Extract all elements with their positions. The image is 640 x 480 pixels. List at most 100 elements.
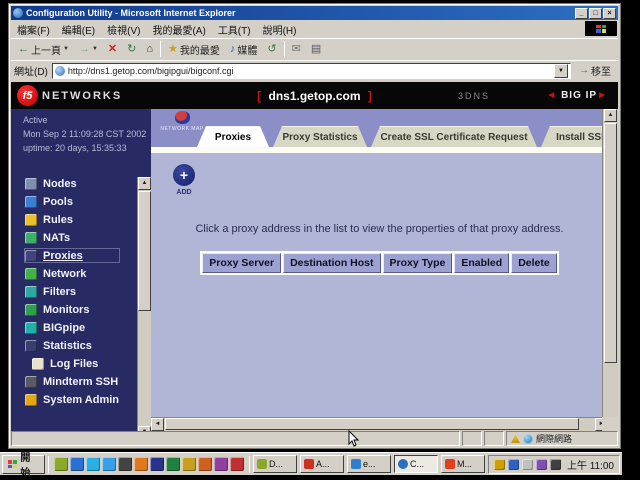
system-status: Active <box>23 115 48 125</box>
system-tray: 上午 11:00 <box>488 455 620 474</box>
ie-throbber <box>585 21 617 36</box>
col-destination-host[interactable]: Destination Host <box>283 253 380 273</box>
maximize-button[interactable]: □ <box>589 8 602 19</box>
tray-icon[interactable] <box>536 459 547 470</box>
favorites-icon: ★ <box>168 44 178 55</box>
quick-launch-icon[interactable] <box>86 457 100 471</box>
stop-button[interactable]: ✕ <box>105 43 120 56</box>
home-icon: ⌂ <box>146 44 153 55</box>
address-dropdown-icon[interactable]: ▼ <box>554 64 568 78</box>
forward-button[interactable]: → ▼ <box>76 43 101 56</box>
menu-file[interactable]: 檔案(F) <box>17 22 50 37</box>
sidebar-item-nats[interactable]: NATs <box>25 231 119 244</box>
col-proxy-server[interactable]: Proxy Server <box>202 253 281 273</box>
scrollbar-thumb[interactable] <box>165 418 579 430</box>
sidebar-item-pools[interactable]: Pools <box>25 195 119 208</box>
window-controls: _ □ × <box>575 8 616 19</box>
tab-proxy-statistics[interactable]: Proxy Statistics <box>273 126 367 147</box>
nats-icon <box>25 232 37 244</box>
quick-launch-icon[interactable] <box>214 457 228 471</box>
network-map-button[interactable]: NETWORK MAP <box>159 111 205 132</box>
tab-create-ssl-certificate-request[interactable]: Create SSL Certificate Request <box>371 126 537 147</box>
tray-icon[interactable] <box>522 459 533 470</box>
sidebar-item-nodes[interactable]: Nodes <box>25 177 119 190</box>
back-button[interactable]: ← 上一頁 ▼ <box>15 41 72 58</box>
forward-dropdown-icon[interactable]: ▼ <box>92 46 98 52</box>
history-button[interactable]: ↺ <box>264 43 279 56</box>
quick-launch-icon[interactable] <box>230 457 244 471</box>
menu-view[interactable]: 檢視(V) <box>107 22 140 37</box>
sidebar-scrollbar[interactable]: ▲ ▼ <box>137 177 151 439</box>
mouse-cursor <box>348 430 360 448</box>
refresh-button[interactable]: ↻ <box>124 43 139 56</box>
task-button[interactable]: M... <box>441 455 485 473</box>
task-button[interactable]: D... <box>253 455 297 473</box>
address-input[interactable] <box>68 66 554 76</box>
task-button[interactable]: A... <box>300 455 344 473</box>
scroll-up-icon[interactable]: ▲ <box>604 109 617 122</box>
quick-launch-icon[interactable] <box>118 457 132 471</box>
quick-launch-icon[interactable] <box>70 457 84 471</box>
windows-logo-icon <box>8 460 17 468</box>
quick-launch-icon[interactable] <box>182 457 196 471</box>
tray-icon[interactable] <box>508 459 519 470</box>
mail-button[interactable]: ✉ <box>289 43 304 56</box>
tab-proxies[interactable]: Proxies <box>197 126 269 147</box>
scrollbar-thumb[interactable] <box>138 191 151 311</box>
sidebar-item-proxies[interactable]: Proxies <box>25 249 119 262</box>
add-proxy-button[interactable]: + <box>173 164 195 186</box>
print-button[interactable]: ▤ <box>308 43 324 56</box>
sidebar-item-rules[interactable]: Rules <box>25 213 119 226</box>
sidebar-item-log-files[interactable]: Log Files <box>32 357 119 370</box>
scroll-up-icon[interactable]: ▲ <box>138 177 151 190</box>
quick-launch-icon[interactable] <box>166 457 180 471</box>
quick-launch-icon[interactable] <box>134 457 148 471</box>
network-map-icon <box>175 111 190 124</box>
col-proxy-type[interactable]: Proxy Type <box>383 253 453 273</box>
sidebar-nav: Nodes Pools Rules NATs Proxies <box>25 177 119 406</box>
sidebar-item-filters[interactable]: Filters <box>25 285 119 298</box>
menu-tools[interactable]: 工具(T) <box>218 22 251 37</box>
col-enabled[interactable]: Enabled <box>454 253 509 273</box>
network-icon <box>25 268 37 280</box>
menu-favorites[interactable]: 我的最愛(A) <box>152 22 205 37</box>
quick-launch-icon[interactable] <box>102 457 116 471</box>
media-button[interactable]: ♪ 媒體 <box>227 41 261 58</box>
task-button[interactable]: e... <box>347 455 391 473</box>
scroll-left-icon[interactable]: ◄ <box>151 418 164 431</box>
favorites-button[interactable]: ★ 我的最愛 <box>165 41 223 58</box>
content-vertical-scrollbar[interactable]: ▲ ▼ <box>602 109 618 431</box>
start-button[interactable]: 開始 <box>2 455 45 474</box>
home-button[interactable]: ⌂ <box>143 43 156 56</box>
app-icon <box>445 459 455 469</box>
menu-edit[interactable]: 編輯(E) <box>62 22 95 37</box>
ie-icon <box>398 459 408 469</box>
sidebar-item-bigpipe[interactable]: BIGpipe <box>25 321 119 334</box>
task-button-active[interactable]: C... <box>394 455 438 473</box>
proxies-icon <box>25 250 37 262</box>
close-button[interactable]: × <box>603 8 616 19</box>
tray-icon[interactable] <box>550 459 561 470</box>
menu-help[interactable]: 說明(H) <box>263 22 297 37</box>
sidebar-item-network[interactable]: Network <box>25 267 119 280</box>
tray-icon[interactable] <box>494 459 505 470</box>
taskbar-divider <box>48 456 49 473</box>
scrollbar-thumb[interactable] <box>604 123 617 363</box>
col-delete[interactable]: Delete <box>511 253 557 273</box>
tab-install-ssl-certificate[interactable]: Install SSL Certif <box>541 126 608 147</box>
sidebar-item-mindterm-ssh[interactable]: Mindterm SSH <box>25 375 119 388</box>
sidebar-item-system-admin[interactable]: System Admin <box>25 393 119 406</box>
go-icon: → <box>579 65 589 76</box>
go-button[interactable]: → 移至 <box>575 63 615 79</box>
content-horizontal-scrollbar[interactable]: ◄ ► <box>151 417 608 431</box>
log-files-icon <box>32 358 44 370</box>
sidebar-item-monitors[interactable]: Monitors <box>25 303 119 316</box>
sidebar-item-statistics[interactable]: Statistics <box>25 339 119 352</box>
minimize-button[interactable]: _ <box>575 8 588 19</box>
quick-launch-icon[interactable] <box>54 457 68 471</box>
host-bracket-right: ] <box>368 89 372 103</box>
quick-launch-icon[interactable] <box>150 457 164 471</box>
back-dropdown-icon[interactable]: ▼ <box>63 46 69 52</box>
proxy-table: Proxy Server Destination Host Proxy Type… <box>151 251 608 275</box>
quick-launch-icon[interactable] <box>198 457 212 471</box>
